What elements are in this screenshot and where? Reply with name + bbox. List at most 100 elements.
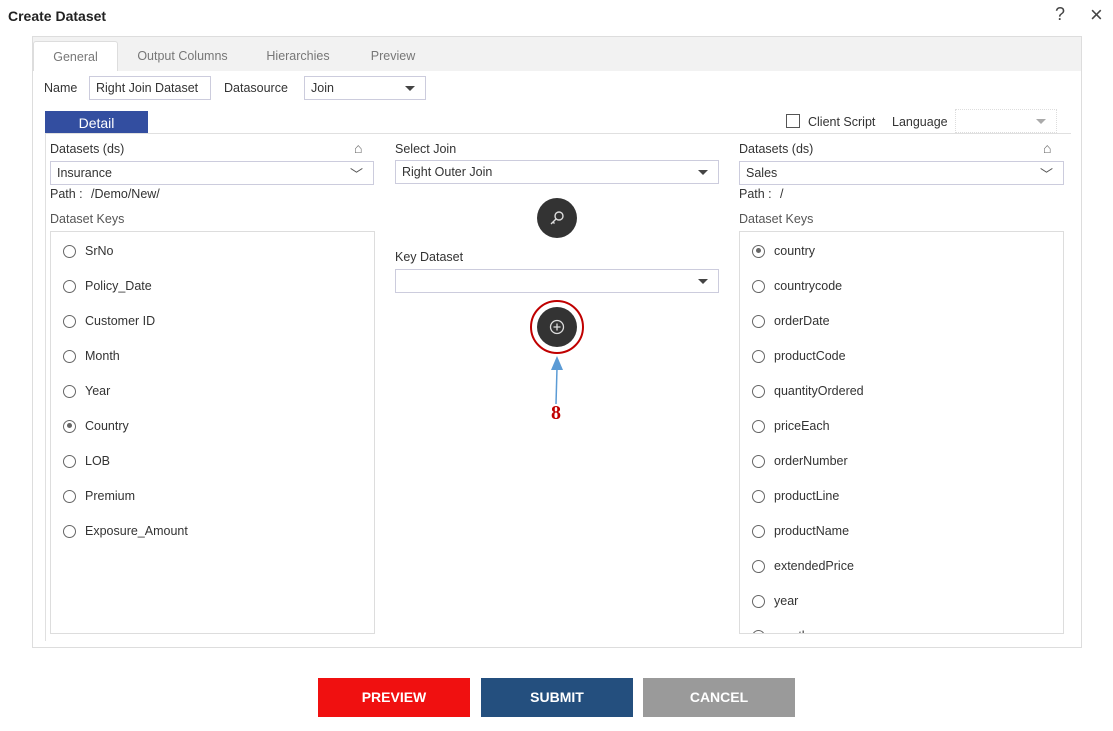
- key-item[interactable]: orderNumber: [752, 452, 848, 470]
- key-item[interactable]: extendedPrice: [752, 557, 854, 575]
- key-item[interactable]: priceEach: [752, 417, 830, 435]
- key-label: productCode: [774, 349, 846, 363]
- radio-button[interactable]: [752, 454, 765, 468]
- left-keys-list: SrNo Policy_Date Customer ID Month Year Count…: [50, 231, 375, 634]
- radio-button[interactable]: [63, 314, 76, 328]
- key-button[interactable]: [537, 198, 577, 238]
- key-label: productLine: [774, 489, 840, 503]
- radio-button[interactable]: [752, 244, 765, 258]
- key-item[interactable]: year: [752, 592, 798, 610]
- tab-preview[interactable]: Preview: [358, 41, 428, 71]
- key-item[interactable]: Month: [63, 347, 120, 365]
- radio-button[interactable]: [752, 489, 765, 503]
- radio-button[interactable]: [752, 419, 765, 433]
- radio-button[interactable]: [63, 349, 76, 363]
- radio-button[interactable]: [63, 524, 76, 538]
- tab-output-columns[interactable]: Output Columns: [125, 41, 240, 71]
- caret-down-icon: [698, 279, 708, 284]
- key-label: Customer ID: [85, 314, 156, 328]
- radio-button[interactable]: [752, 559, 765, 573]
- radio-button[interactable]: [63, 454, 76, 468]
- key-item[interactable]: month: [752, 627, 809, 633]
- radio-button[interactable]: [752, 279, 765, 293]
- left-dataset-select[interactable]: Insurance ﹀: [50, 161, 374, 185]
- key-item[interactable]: productCode: [752, 347, 846, 365]
- left-path-value: /Demo/New/: [91, 187, 160, 201]
- help-icon[interactable]: ?: [1055, 4, 1065, 25]
- radio-button[interactable]: [63, 244, 76, 258]
- key-label: orderNumber: [774, 454, 848, 468]
- select-join-value: Right Outer Join: [402, 165, 493, 179]
- select-join-label: Select Join: [395, 142, 457, 156]
- radio-button[interactable]: [63, 279, 76, 293]
- key-item[interactable]: Premium: [63, 487, 135, 505]
- home-icon[interactable]: ⌂: [1043, 140, 1051, 156]
- radio-button[interactable]: [752, 594, 765, 608]
- key-item[interactable]: orderDate: [752, 312, 830, 330]
- datasource-select[interactable]: Join: [304, 76, 426, 100]
- radio-button[interactable]: [752, 349, 765, 363]
- key-item[interactable]: country: [752, 242, 815, 260]
- chevron-down-icon: ﹀: [1039, 167, 1053, 182]
- key-label: Exposure_Amount: [85, 524, 188, 538]
- add-join-button[interactable]: [537, 307, 577, 347]
- radio-button[interactable]: [752, 524, 765, 538]
- key-item[interactable]: Exposure_Amount: [63, 522, 188, 540]
- radio-button[interactable]: [63, 384, 76, 398]
- key-label: SrNo: [85, 244, 114, 258]
- key-item[interactable]: quantityOrdered: [752, 382, 864, 400]
- right-dataset-select[interactable]: Sales ﹀: [739, 161, 1064, 185]
- tab-general[interactable]: General: [33, 41, 118, 71]
- radio-button[interactable]: [63, 419, 76, 433]
- key-item[interactable]: productName: [752, 522, 849, 540]
- left-dataset-value: Insurance: [57, 166, 112, 180]
- home-icon[interactable]: ⌂: [354, 140, 362, 156]
- close-icon[interactable]: ×: [1090, 2, 1103, 28]
- key-item[interactable]: Country: [63, 417, 129, 435]
- key-label: Policy_Date: [85, 279, 152, 293]
- key-label: Premium: [85, 489, 136, 503]
- cancel-button[interactable]: CANCEL: [643, 678, 795, 717]
- radio-button[interactable]: [752, 384, 765, 398]
- annotation-arrow: [551, 356, 563, 405]
- caret-down-icon: [1036, 119, 1046, 124]
- key-label: Year: [85, 384, 111, 398]
- right-datasets-label: Datasets (ds): [739, 142, 814, 156]
- left-datasets-label: Datasets (ds): [50, 142, 125, 156]
- radio-button[interactable]: [63, 489, 76, 503]
- key-label: month: [774, 629, 809, 633]
- right-keys-label: Dataset Keys: [739, 212, 814, 226]
- key-item[interactable]: countrycode: [752, 277, 842, 295]
- tab-hierarchies[interactable]: Hierarchies: [253, 41, 343, 71]
- radio-button[interactable]: [752, 314, 765, 328]
- caret-down-icon: [698, 170, 708, 175]
- datasource-label: Datasource: [224, 81, 288, 95]
- select-join-dropdown[interactable]: Right Outer Join: [395, 160, 719, 184]
- chevron-down-icon: ﹀: [349, 167, 363, 182]
- left-keys-label: Dataset Keys: [50, 212, 125, 226]
- key-label: productName: [774, 524, 850, 538]
- caret-down-icon: [405, 86, 415, 91]
- key-item[interactable]: Policy_Date: [63, 277, 152, 295]
- name-input[interactable]: Right Join Dataset: [89, 76, 211, 100]
- tab-detail[interactable]: Detail: [45, 111, 148, 134]
- key-dataset-dropdown[interactable]: [395, 269, 719, 293]
- right-keys-list: country countrycode orderDate productCode qu…: [739, 231, 1064, 634]
- key-item[interactable]: Customer ID: [63, 312, 155, 330]
- key-label: Month: [85, 349, 120, 363]
- key-label: quantityOrdered: [774, 384, 864, 398]
- language-select[interactable]: [955, 109, 1057, 133]
- submit-button[interactable]: SUBMIT: [481, 678, 633, 717]
- left-path-label: Path :: [50, 187, 83, 201]
- right-dataset-value: Sales: [746, 166, 778, 180]
- preview-button[interactable]: PREVIEW: [318, 678, 470, 717]
- key-item[interactable]: SrNo: [63, 242, 113, 260]
- key-item[interactable]: LOB: [63, 452, 110, 470]
- key-item[interactable]: Year: [63, 382, 110, 400]
- key-label: year: [774, 594, 799, 608]
- key-label: extendedPrice: [774, 559, 854, 573]
- key-label: priceEach: [774, 419, 830, 433]
- client-script-checkbox[interactable]: [786, 114, 800, 128]
- radio-button[interactable]: [752, 629, 765, 633]
- key-item[interactable]: productLine: [752, 487, 839, 505]
